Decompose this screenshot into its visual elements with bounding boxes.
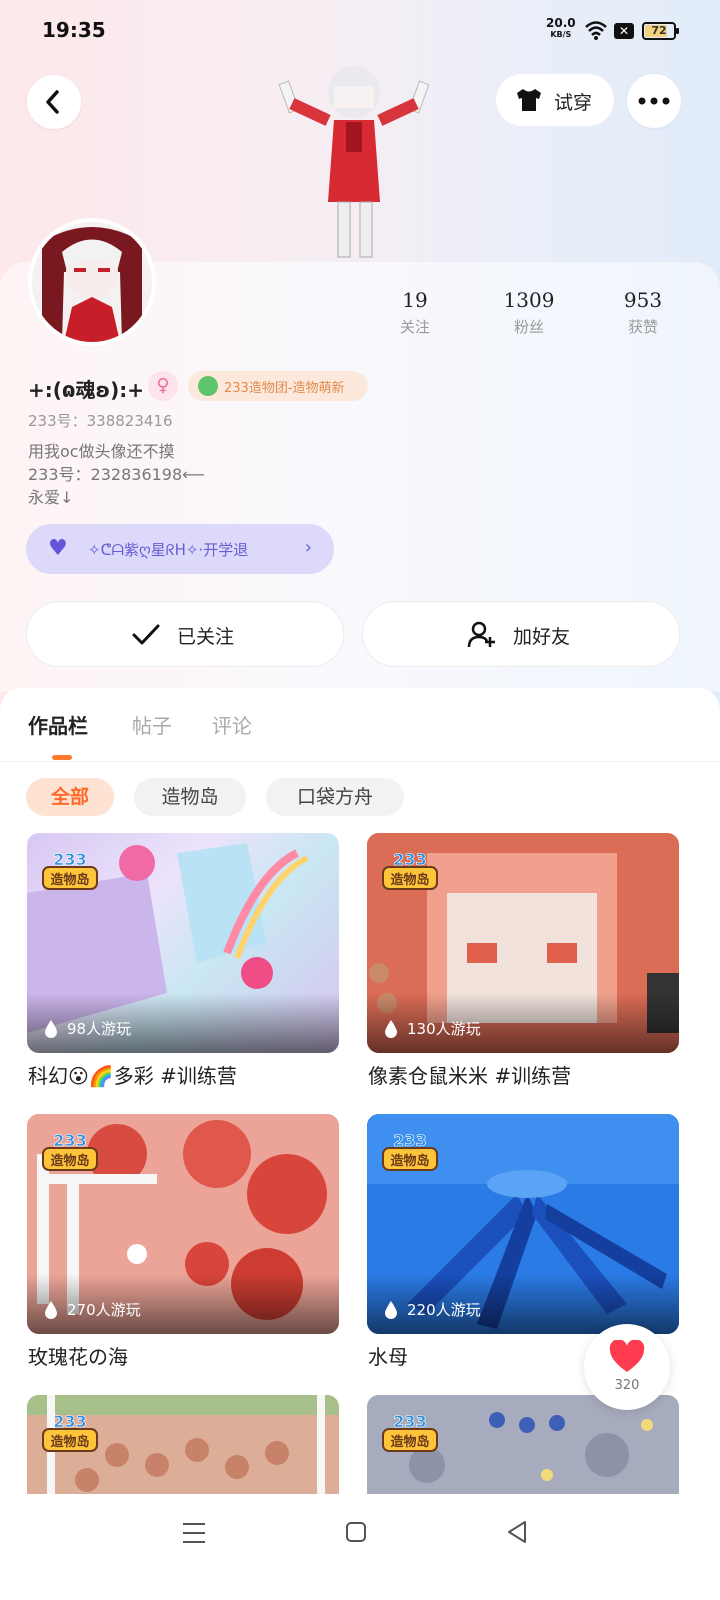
play-count-icon bbox=[45, 1301, 57, 1319]
game-card[interactable]: 233 造物岛 220人游玩 bbox=[367, 1114, 679, 1334]
game-card[interactable]: 233 造物岛 130人游玩 bbox=[367, 833, 679, 1053]
user-id: 233号：338823416 bbox=[28, 412, 173, 430]
family-group-button[interactable]: ♥ ✧ᕦᗩ紫ღ星ᖇᕼ✧·开学退 › bbox=[26, 524, 334, 574]
game-title[interactable]: 玫瑰花の海 bbox=[28, 1341, 128, 1370]
more-options-button[interactable] bbox=[627, 74, 681, 128]
filter-all[interactable]: 全部 bbox=[26, 778, 114, 816]
stat-fans-value: 1309 bbox=[503, 288, 555, 312]
add-friend-label: 加好友 bbox=[513, 626, 571, 648]
game-title[interactable]: 像素仓鼠米米 #训练营 bbox=[368, 1060, 571, 1089]
game-card[interactable]: 233 造物岛 bbox=[367, 1395, 679, 1500]
following-label: 已关注 bbox=[177, 626, 235, 648]
play-count: 98人游玩 bbox=[67, 1020, 132, 1038]
add-person-icon bbox=[467, 621, 495, 648]
play-count: 270人游玩 bbox=[67, 1301, 141, 1319]
play-count: 130人游玩 bbox=[407, 1020, 481, 1038]
game-card[interactable]: 233 造物岛 98人游玩 bbox=[27, 833, 339, 1053]
filter-pocket-ark[interactable]: 口袋方舟 bbox=[266, 778, 404, 816]
like-button[interactable]: 320 bbox=[584, 1324, 670, 1410]
system-navigation-bar bbox=[0, 1494, 720, 1600]
tab-works[interactable]: 作品栏 bbox=[28, 710, 88, 739]
badge-bottom-text: 造物岛 bbox=[50, 1434, 89, 1450]
menu-icon[interactable] bbox=[182, 1522, 206, 1544]
status-time: 19:35 bbox=[42, 18, 106, 42]
checkmark-icon bbox=[132, 624, 160, 645]
stat-following-value: 19 bbox=[402, 288, 428, 312]
wifi-icon bbox=[585, 21, 607, 40]
creation-island-badge: 233 造物岛 bbox=[382, 850, 438, 890]
try-on-button[interactable]: 试穿 bbox=[496, 74, 614, 126]
stat-fans-label: 粉丝 bbox=[513, 318, 544, 336]
guild-label: 233造物团-造物萌新 bbox=[224, 381, 345, 396]
heart-icon: ♥ bbox=[48, 536, 68, 561]
battery-icon: 72 bbox=[642, 22, 679, 40]
username: +:(ɷ魂ʚ):+ bbox=[28, 378, 145, 402]
badge-top-text: 233 bbox=[393, 850, 426, 869]
sim-off-icon: ✕ bbox=[614, 23, 634, 39]
filter-creation-island[interactable]: 造物岛 bbox=[134, 778, 246, 816]
content-tabs: 作品栏 帖子 评论 bbox=[0, 688, 720, 762]
home-square-icon[interactable] bbox=[345, 1521, 367, 1543]
badge-bottom-text: 造物岛 bbox=[50, 872, 89, 888]
game-title[interactable]: 科幻😮🌈多彩 #训练营 bbox=[28, 1060, 237, 1089]
play-count-icon bbox=[45, 1020, 57, 1038]
tab-posts[interactable]: 帖子 bbox=[132, 710, 172, 739]
network-speed-value: 20.0 bbox=[546, 16, 576, 30]
family-group-label: ✧ᕦᗩ紫ღ星ᖇᕼ✧·开学退 bbox=[88, 541, 249, 559]
game-title[interactable]: 水母 bbox=[368, 1341, 408, 1370]
badge-top-text: 233 bbox=[53, 1412, 86, 1431]
creation-island-badge: 233 造物岛 bbox=[42, 1131, 98, 1171]
more-dots-icon bbox=[638, 97, 670, 105]
creation-island-badge: 233 造物岛 bbox=[42, 1412, 98, 1452]
network-speed: 20.0 KB/S bbox=[546, 16, 576, 40]
badge-bottom-text: 造物岛 bbox=[50, 1153, 89, 1169]
badge-top-text: 233 bbox=[393, 1131, 426, 1150]
stat-following[interactable]: 19 关注 bbox=[370, 288, 460, 337]
stat-fans[interactable]: 1309 粉丝 bbox=[484, 288, 574, 337]
stat-likes-value: 953 bbox=[623, 288, 663, 312]
badge-bottom-text: 造物岛 bbox=[390, 1153, 429, 1169]
creation-island-badge: 233 造物岛 bbox=[382, 1131, 438, 1171]
battery-level: 72 bbox=[651, 24, 667, 37]
following-button[interactable]: 已关注 bbox=[26, 601, 344, 667]
network-speed-unit: KB/S bbox=[550, 30, 572, 39]
chevron-right-icon: › bbox=[304, 537, 312, 558]
play-count-icon bbox=[385, 1301, 397, 1319]
badge-bottom-text: 造物岛 bbox=[390, 1434, 429, 1450]
tab-comments[interactable]: 评论 bbox=[212, 710, 252, 739]
back-button[interactable] bbox=[27, 75, 81, 129]
game-card[interactable]: 233 造物岛 bbox=[27, 1395, 339, 1500]
back-arrow-icon bbox=[46, 90, 59, 114]
gender-female-icon: ♀ bbox=[148, 371, 178, 401]
shirt-icon bbox=[517, 89, 541, 111]
bio: 用我oc做头像还不摸 233号：232836198⟵ 永爱↓ bbox=[28, 442, 206, 507]
tab-divider bbox=[0, 761, 720, 762]
play-count: 220人游玩 bbox=[407, 1301, 481, 1319]
stat-likes[interactable]: 953 获赞 bbox=[598, 288, 688, 337]
creation-island-badge: 233 造物岛 bbox=[382, 1412, 438, 1452]
status-bar: 19:35 20.0 KB/S ✕ 72 bbox=[0, 0, 720, 62]
avatar-3d-figure bbox=[278, 66, 430, 258]
badge-top-text: 233 bbox=[53, 1131, 86, 1150]
add-friend-button[interactable]: 加好友 bbox=[362, 601, 680, 667]
avatar-image bbox=[32, 222, 152, 342]
stat-following-label: 关注 bbox=[399, 318, 430, 336]
tab-indicator bbox=[52, 755, 72, 760]
badge-top-text: 233 bbox=[393, 1412, 426, 1431]
creation-island-badge: 233 造物岛 bbox=[42, 850, 98, 890]
badge-bottom-text: 造物岛 bbox=[390, 872, 429, 888]
back-triangle-icon[interactable] bbox=[506, 1520, 528, 1544]
guild-badge[interactable]: 233造物团-造物萌新 bbox=[188, 371, 368, 401]
play-count-icon bbox=[385, 1020, 397, 1038]
stat-likes-label: 获赞 bbox=[627, 318, 658, 336]
heart-icon bbox=[609, 1340, 645, 1372]
like-count: 320 bbox=[614, 1378, 640, 1393]
avatar[interactable] bbox=[28, 218, 156, 346]
try-on-label: 试穿 bbox=[554, 92, 593, 114]
badge-top-text: 233 bbox=[53, 850, 86, 869]
game-card[interactable]: 233 造物岛 270人游玩 bbox=[27, 1114, 339, 1334]
guild-icon bbox=[198, 376, 218, 396]
